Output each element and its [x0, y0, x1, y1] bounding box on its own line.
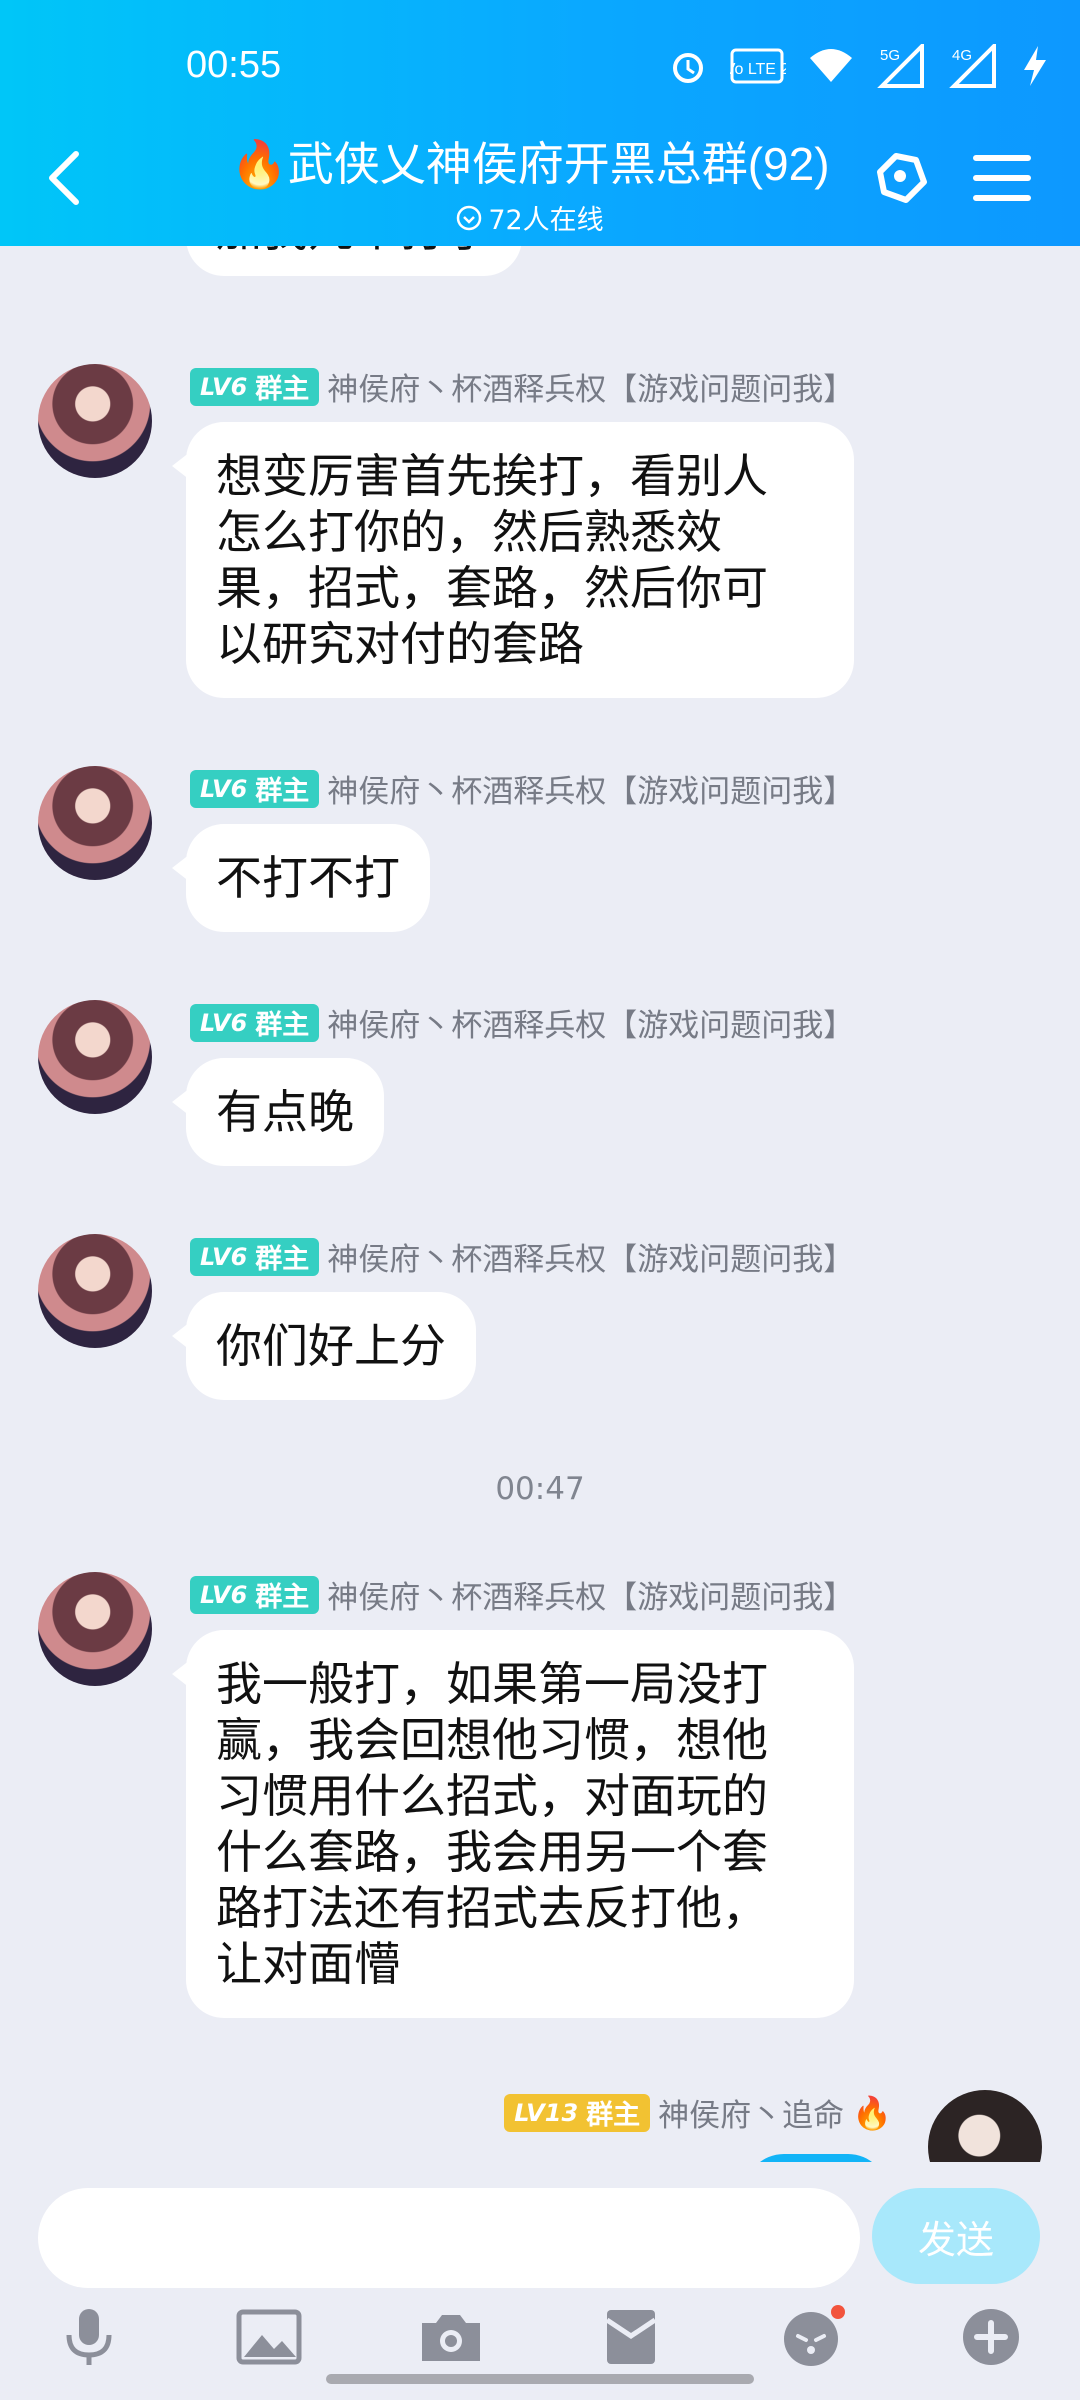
message-line: 什么套路，我会用另一个套	[216, 1825, 768, 1879]
input-toolbar	[0, 2302, 1080, 2372]
message-line: 不打不打	[216, 851, 400, 905]
plus-icon[interactable]	[956, 2302, 1026, 2372]
charging-icon	[1024, 46, 1046, 86]
message-line: 路打法还有招式去反打他，	[216, 1881, 768, 1935]
bubble-tail	[172, 1088, 190, 1116]
status-time: 00:55	[186, 44, 282, 86]
image-icon[interactable]	[234, 2302, 304, 2372]
group-link-icon[interactable]	[866, 142, 936, 212]
message-line: 我一般打，如果第一局没打	[216, 1657, 768, 1711]
message-list[interactable]: 加我几个打了 LV6群主 神侯府丶杯酒释兵权【游戏问题问我】 想变厉害首先挨打，…	[0, 246, 1080, 2162]
status-bar: 00:55 Vo LTE 2 5G 4G	[0, 0, 1080, 130]
sender-nick[interactable]: 神侯府丶杯酒释兵权【游戏问题问我】	[327, 1234, 854, 1279]
message-line: 习惯用什么招式，对面玩的	[216, 1769, 768, 1823]
send-button[interactable]: 发送	[872, 2188, 1040, 2284]
message-line: 以研究对付的套路	[216, 617, 584, 671]
sender-meta: LV6 群主 神侯府丶杯酒释兵权【游戏问题问我】	[190, 1234, 854, 1279]
level-badge: LV6 群主	[190, 1003, 320, 1042]
online-count: 72人在线	[210, 198, 850, 237]
message-line: 赢，我会回想他习惯，想他	[216, 1713, 768, 1767]
level-badge: LV6 群主	[190, 367, 320, 406]
sender-meta: LV6 群主 神侯府丶杯酒释兵权【游戏问题问我】	[190, 364, 854, 409]
title-bar: 🔥武侠乂神侯府开黑总群(92) 72人在线	[0, 118, 1080, 246]
avatar[interactable]	[38, 766, 152, 880]
bubble-tail	[172, 452, 190, 480]
status-icons: Vo LTE 2 5G 4G	[668, 44, 1050, 88]
message-text: 加我几个打了	[216, 246, 492, 257]
avatar[interactable]	[38, 364, 152, 478]
self-message-bubble[interactable]	[744, 2154, 888, 2162]
svg-text:5G: 5G	[880, 47, 900, 64]
sender-meta: LV6 群主 神侯府丶杯酒释兵权【游戏问题问我】	[190, 766, 854, 811]
message-line: 你们好上分	[216, 1319, 446, 1373]
bubble-tail	[172, 854, 190, 882]
bubble-tail	[172, 1322, 190, 1350]
sender-nick[interactable]: 神侯府丶杯酒释兵权【游戏问题问我】	[327, 1000, 854, 1045]
home-indicator[interactable]	[326, 2374, 754, 2384]
avatar[interactable]	[928, 2090, 1042, 2162]
message-bubble[interactable]: 我一般打，如果第一局没打 赢，我会回想他习惯，想他 习惯用什么招式，对面玩的 什…	[172, 1630, 854, 2018]
message-bubble[interactable]: 有点晚	[172, 1058, 384, 1166]
composer: 发送	[0, 2164, 1080, 2400]
level-badge: LV6 群主	[190, 769, 320, 808]
sender-meta: LV6 群主 神侯府丶杯酒释兵权【游戏问题问我】	[190, 1572, 854, 1617]
red-packet-icon[interactable]	[596, 2302, 666, 2372]
message-bubble-partial[interactable]: 加我几个打了	[186, 246, 522, 276]
back-icon[interactable]	[40, 148, 90, 208]
level-badge: LV13 群主	[504, 2093, 651, 2132]
level-badge: LV6 群主	[190, 1237, 320, 1276]
message-bubble[interactable]: 你们好上分	[172, 1292, 476, 1400]
camera-icon[interactable]	[416, 2302, 486, 2372]
sender-nick[interactable]: 神侯府丶杯酒释兵权【游戏问题问我】	[327, 766, 854, 811]
emoji-icon[interactable]	[778, 2302, 848, 2372]
message-bubble[interactable]: 想变厉害首先挨打，看别人 怎么打你的，然后熟悉效 果，招式，套路，然后你可 以研…	[172, 422, 854, 698]
message-timestamp: 00:47	[495, 1471, 585, 1507]
avatar[interactable]	[38, 1234, 152, 1348]
message-line: 想变厉害首先挨打，看别人	[216, 449, 768, 503]
menu-icon[interactable]	[972, 152, 1032, 204]
message-line: 果，招式，套路，然后你可	[216, 561, 768, 615]
alarm-icon	[673, 53, 703, 83]
level-badge: LV6 群主	[190, 1575, 320, 1614]
signal-5g-icon: 5G	[877, 44, 924, 88]
message-line: 有点晚	[216, 1085, 354, 1139]
signal-4g-icon: 4G	[949, 44, 996, 88]
svg-text:4G: 4G	[952, 47, 972, 64]
group-title: 🔥武侠乂神侯府开黑总群(92)	[230, 138, 830, 190]
online-check-icon	[457, 205, 482, 230]
message-line: 怎么打你的，然后熟悉效	[216, 505, 722, 559]
message-input[interactable]	[38, 2188, 860, 2288]
sender-nick[interactable]: 神侯府丶杯酒释兵权【游戏问题问我】	[327, 1572, 854, 1617]
chat-header: 00:55 Vo LTE 2 5G 4G 🔥武侠乂神侯府开黑总群(92) 72人…	[0, 0, 1080, 246]
message-bubble[interactable]: 不打不打	[172, 824, 430, 932]
message-line: 让对面懵	[216, 1937, 400, 1991]
sender-meta: LV13 群主 神侯府丶追命 🔥	[504, 2090, 892, 2135]
fire-icon: 🔥	[852, 2093, 892, 2132]
online-count-label: 72人在线	[488, 205, 604, 236]
avatar[interactable]	[38, 1572, 152, 1686]
svg-text:Vo LTE 2: Vo LTE 2	[730, 61, 786, 78]
wifi-icon	[810, 49, 852, 82]
bubble-tail	[172, 1660, 190, 1688]
avatar[interactable]	[38, 1000, 152, 1114]
group-title-area[interactable]: 🔥武侠乂神侯府开黑总群(92) 72人在线	[210, 128, 850, 237]
sender-nick[interactable]: 神侯府丶杯酒释兵权【游戏问题问我】	[327, 364, 854, 409]
sender-meta: LV6 群主 神侯府丶杯酒释兵权【游戏问题问我】	[190, 1000, 854, 1045]
volte-icon: Vo LTE 2	[730, 48, 786, 84]
sender-nick[interactable]: 神侯府丶追命	[658, 2090, 844, 2135]
microphone-icon[interactable]	[54, 2302, 124, 2372]
